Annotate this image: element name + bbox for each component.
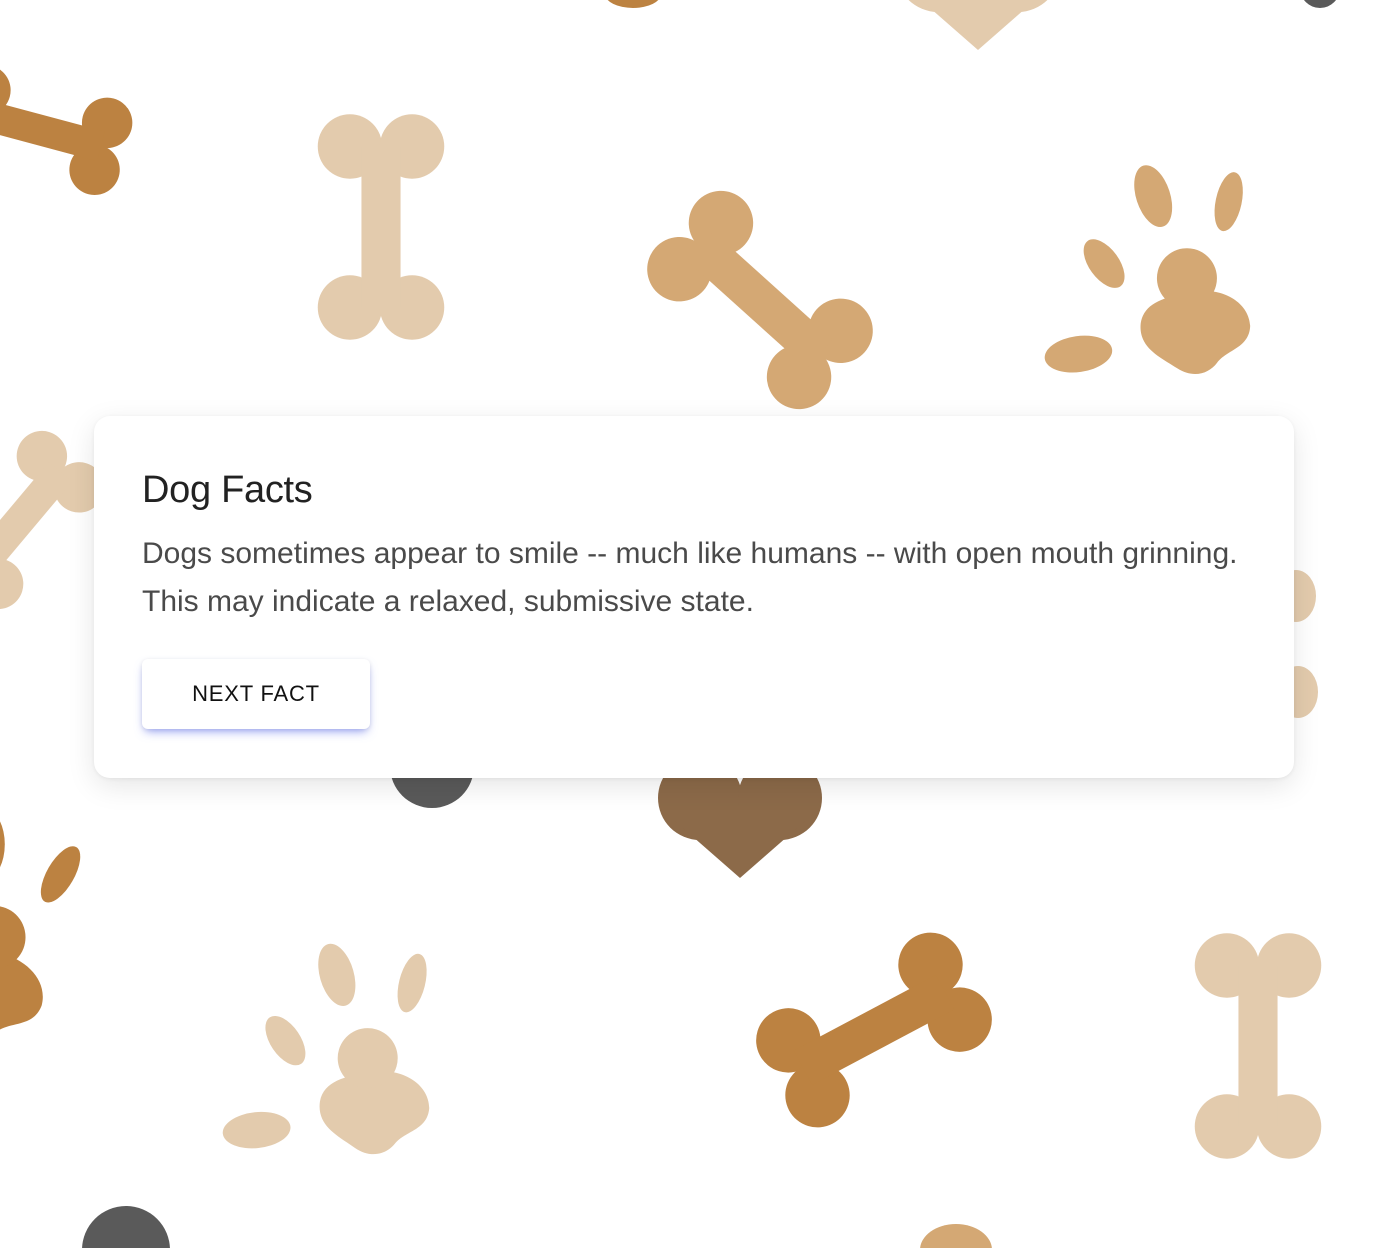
dog-fact-text: Dogs sometimes appear to smile -- much l… (142, 537, 1238, 618)
paw-print-icon (0, 784, 93, 1051)
paw-print-icon (1019, 148, 1275, 395)
paw-print-icon (203, 930, 452, 1170)
bone-icon (0, 59, 139, 201)
background-blob (920, 1224, 992, 1248)
background-dot (82, 1206, 170, 1248)
bone-icon (317, 114, 445, 340)
bone-icon (1194, 933, 1322, 1159)
bone-icon (744, 921, 1004, 1139)
heart-icon (896, 0, 1060, 50)
bone-icon (633, 177, 887, 423)
background-blob (607, 0, 659, 8)
card-title: Dog Facts (142, 469, 313, 511)
app-root: Dog Facts Dogs sometimes appear to smile… (0, 0, 1396, 1248)
background-dot (1304, 0, 1336, 8)
dog-fact-card: Dog Facts Dogs sometimes appear to smile… (94, 416, 1294, 778)
next-fact-button[interactable]: NEXT FACT (142, 659, 370, 729)
